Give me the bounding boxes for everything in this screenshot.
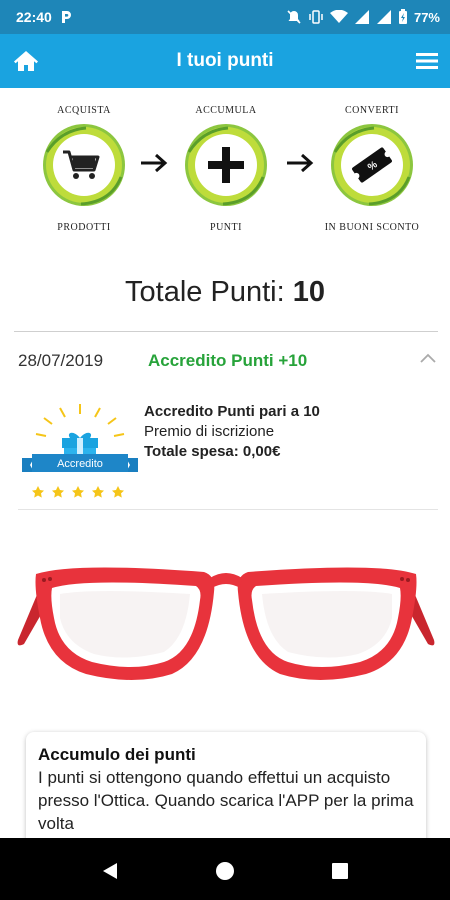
chevron-up-icon[interactable] <box>420 352 436 364</box>
step-top-label: ACCUMULA <box>195 105 257 116</box>
mute-icon <box>287 10 301 24</box>
step-top-label: ACQUISTA <box>57 105 111 116</box>
total-points: Totale Punti: 10 <box>0 276 450 309</box>
step-bottom-label: IN BUONI SCONTO <box>324 222 420 233</box>
eyeglasses-image <box>17 567 435 680</box>
home-nav-icon[interactable] <box>215 861 235 881</box>
entry-date: 28/07/2019 <box>18 351 104 370</box>
home-icon <box>14 51 38 71</box>
points-steps: ACQUISTA PRODOTTI ACCUMULA PUNTI CONVERT… <box>0 104 450 240</box>
step-accumulate: ACCUMULA PUNTI <box>166 104 286 240</box>
system-nav-bar <box>0 838 450 900</box>
step-convert: CONVERTI % IN BUONI SCONTO <box>312 104 432 240</box>
signal-icon <box>354 10 369 24</box>
total-label: Totale Punti: <box>125 276 285 308</box>
card-title: Accumulo dei punti <box>38 745 196 764</box>
entry-header[interactable]: 28/07/2019 Accredito Punti +10 <box>18 350 438 372</box>
home-button[interactable] <box>13 49 39 73</box>
hamburger-icon <box>416 53 438 69</box>
status-bar: 22:40 77% <box>0 0 450 34</box>
step-buy: ACQUISTA PRODOTTI <box>24 104 144 240</box>
recents-icon[interactable] <box>330 861 350 881</box>
p-app-icon <box>60 10 74 24</box>
step-bottom-label: PUNTI <box>210 222 242 233</box>
coupon-icon: % <box>331 124 413 206</box>
entry-line-1: Accredito Punti pari a 10 <box>144 403 320 420</box>
menu-button[interactable] <box>416 52 438 70</box>
wifi-icon <box>329 10 348 23</box>
cart-icon <box>43 124 125 206</box>
page-title: I tuoi punti <box>176 50 274 71</box>
total-value: 10 <box>292 276 325 308</box>
step-bottom-label: PRODOTTI <box>57 222 111 233</box>
gift-badge-image: Accredito <box>22 404 138 498</box>
divider <box>14 331 438 332</box>
signal-icon-2 <box>376 10 391 24</box>
plus-icon <box>185 124 267 206</box>
app-bar: I tuoi punti <box>0 34 450 88</box>
entry-line-2: Premio di iscrizione <box>144 423 275 440</box>
step-top-label: CONVERTI <box>345 105 399 116</box>
entry-details: Accredito Punti pari a 10 Premio di iscr… <box>144 402 434 462</box>
battery-percent: 77% <box>413 9 440 25</box>
vibrate-icon <box>309 10 323 24</box>
arrow-right-icon <box>287 153 314 173</box>
battery-icon <box>398 9 407 24</box>
back-icon[interactable] <box>100 861 120 881</box>
divider <box>18 509 438 510</box>
card-text: I punti si ottengono quando effettui un … <box>38 768 414 833</box>
app-screen: 22:40 77% I tuoi punti ACQUISTA PRODOTTI… <box>0 0 450 900</box>
badge-text: Accredito <box>57 458 103 470</box>
arrow-right-icon <box>141 153 168 173</box>
entry-line-3: Totale spesa: 0,00€ <box>144 443 281 460</box>
status-icons: 77% <box>286 9 440 25</box>
entry-label: Accredito Punti +10 <box>148 351 308 370</box>
status-time: 22:40 <box>16 9 52 25</box>
